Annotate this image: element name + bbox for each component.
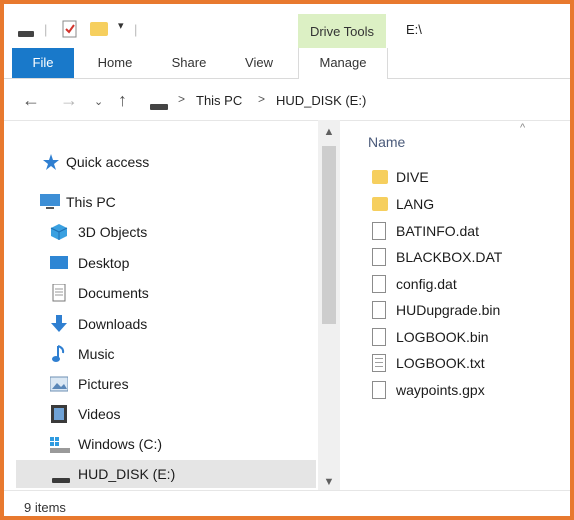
nav-label: Music <box>78 346 115 362</box>
file-name: BATINFO.dat <box>396 223 479 239</box>
nav-item-3d-objects[interactable]: 3D Objects <box>16 218 316 246</box>
separator-icon: | <box>44 22 48 37</box>
file-icon <box>372 222 386 240</box>
star-icon <box>42 153 60 171</box>
drive-icon <box>150 99 168 114</box>
nav-item-videos[interactable]: Videos <box>16 400 316 428</box>
customize-toolbar-icon[interactable]: ▾ <box>118 19 124 32</box>
scrollbar-thumb[interactable] <box>322 146 336 324</box>
nav-item-pictures[interactable]: Pictures <box>16 370 316 398</box>
file-name: HUDupgrade.bin <box>396 302 501 318</box>
navigation-scrollbar[interactable]: ▲ ▼ <box>318 120 340 490</box>
file-name: waypoints.gpx <box>396 382 485 398</box>
file-name: LOGBOOK.bin <box>396 329 489 345</box>
nav-this-pc[interactable]: This PC <box>16 188 316 216</box>
window-title: E:\ <box>406 22 422 37</box>
nav-item-windows-c[interactable]: Windows (C:) <box>16 430 316 458</box>
tab-home[interactable]: Home <box>84 48 146 78</box>
sort-ascending-icon: ^ <box>520 122 526 134</box>
file-icon <box>372 328 386 346</box>
breadcrumb-separator-icon[interactable]: > <box>178 92 185 106</box>
file-name: BLACKBOX.DAT <box>396 249 503 265</box>
properties-icon[interactable] <box>62 20 78 41</box>
list-item[interactable]: LANG <box>372 193 570 215</box>
list-item[interactable]: config.dat <box>372 273 570 295</box>
nav-item-downloads[interactable]: Downloads <box>16 310 316 338</box>
scroll-up-icon[interactable]: ▲ <box>322 126 336 138</box>
downloads-icon <box>50 315 68 333</box>
file-icon <box>372 301 386 319</box>
nav-item-documents[interactable]: Documents <box>16 279 316 307</box>
3d-objects-icon <box>50 223 68 241</box>
drive-tools-label: Drive Tools <box>309 24 375 39</box>
nav-item-desktop[interactable]: Desktop <box>16 249 316 277</box>
list-item[interactable]: BLACKBOX.DAT <box>372 246 570 268</box>
text-file-icon <box>372 354 386 372</box>
column-header-name[interactable]: Name <box>368 134 405 150</box>
file-icon <box>372 275 386 293</box>
tab-manage[interactable]: Manage <box>298 48 388 79</box>
item-count: 9 items <box>24 500 66 515</box>
nav-item-music[interactable]: Music <box>16 340 316 368</box>
music-icon <box>50 345 68 363</box>
drive-icon <box>18 26 34 41</box>
list-item[interactable]: BATINFO.dat <box>372 220 570 242</box>
ribbon-tabs: File Home Share View Manage <box>4 48 570 79</box>
new-folder-icon[interactable] <box>90 22 108 39</box>
tab-share[interactable]: Share <box>158 48 220 78</box>
nav-label: Quick access <box>66 154 150 170</box>
back-arrow-icon[interactable]: ← <box>22 90 40 110</box>
status-bar: 9 items <box>4 490 570 516</box>
separator-icon: | <box>134 22 138 37</box>
scroll-down-icon[interactable]: ▼ <box>322 476 336 488</box>
pictures-icon <box>49 375 69 393</box>
nav-label: HUD_DISK (E:) <box>78 466 176 482</box>
breadcrumb-this-pc[interactable]: This PC <box>196 93 242 108</box>
videos-icon <box>50 405 68 423</box>
nav-quick-access[interactable]: Quick access <box>16 148 316 176</box>
nav-label: This PC <box>66 194 116 210</box>
file-name: LOGBOOK.txt <box>396 355 485 371</box>
list-item[interactable]: LOGBOOK.txt <box>372 352 570 374</box>
title-bar: | ▾ | Drive Tools E:\ <box>4 4 570 54</box>
nav-item-hud-disk[interactable]: HUD_DISK (E:) <box>16 460 316 488</box>
breadcrumb[interactable]: > This PC > HUD_DISK (E:) <box>142 88 570 116</box>
nav-label: 3D Objects <box>78 224 148 240</box>
folder-icon <box>372 197 388 211</box>
tab-file[interactable]: File <box>12 48 74 78</box>
documents-icon <box>50 283 68 302</box>
file-icon <box>372 381 386 399</box>
file-name: DIVE <box>396 169 429 185</box>
file-name: LANG <box>396 196 435 212</box>
navigation-pane: Quick access This PC 3D Objects Desktop … <box>16 120 342 490</box>
nav-label: Pictures <box>78 376 129 392</box>
list-item[interactable]: waypoints.gpx <box>372 379 570 401</box>
nav-label: Windows (C:) <box>78 436 163 452</box>
file-list: ^ Name DIVE LANG BATINFO.dat BLACKBOX.DA… <box>354 120 570 490</box>
nav-label: Videos <box>78 406 121 422</box>
nav-label: Downloads <box>78 316 148 332</box>
nav-label: Desktop <box>78 255 130 271</box>
list-item[interactable]: HUDupgrade.bin <box>372 299 570 321</box>
list-item[interactable]: DIVE <box>372 166 570 188</box>
list-item[interactable]: LOGBOOK.bin <box>372 326 570 348</box>
forward-arrow-icon[interactable]: → <box>60 90 78 110</box>
computer-icon <box>40 193 60 211</box>
breadcrumb-hud-disk[interactable]: HUD_DISK (E:) <box>276 93 366 108</box>
address-bar: ← → ⌄ ↑ > This PC > HUD_DISK (E:) <box>4 84 570 121</box>
recent-locations-chevron-icon[interactable]: ⌄ <box>94 92 103 112</box>
explorer-window: | ▾ | Drive Tools E:\ File Home Share Vi… <box>0 0 574 520</box>
nav-label: Documents <box>78 285 149 301</box>
tab-view[interactable]: View <box>228 48 290 78</box>
up-arrow-icon[interactable]: ↑ <box>118 90 127 110</box>
desktop-icon <box>50 254 68 272</box>
breadcrumb-separator-icon[interactable]: > <box>258 92 265 106</box>
file-icon <box>372 248 386 266</box>
usb-drive-icon <box>52 472 70 490</box>
windows-drive-icon <box>50 435 70 453</box>
file-name: config.dat <box>396 276 457 292</box>
folder-icon <box>372 170 388 184</box>
